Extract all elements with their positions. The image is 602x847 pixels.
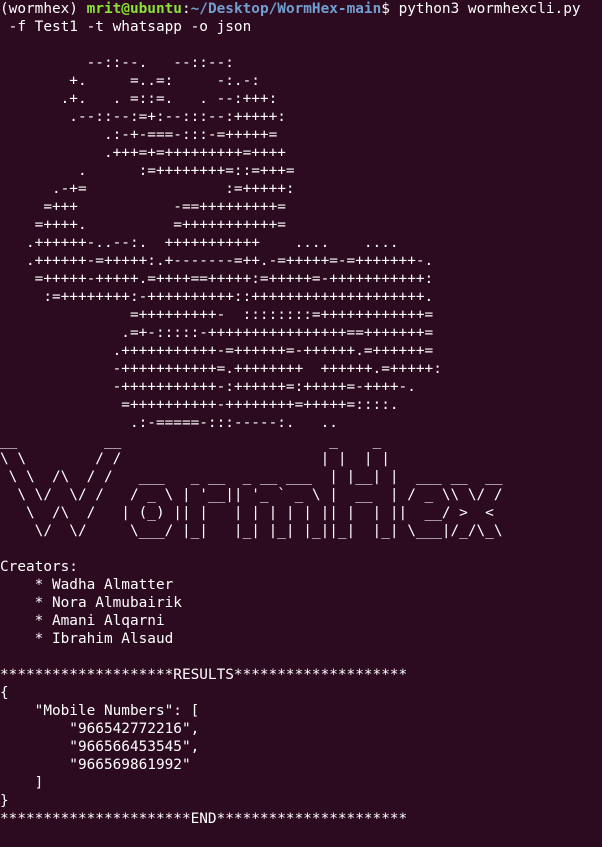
logo-art-line: =++++. =+++++++++++=: [0, 217, 286, 233]
logo-art-line: -+++++++++++=.++++++++ ++++++.=+++++:: [0, 361, 442, 377]
prompt-colon: :: [181, 1, 191, 17]
results-json: { "Mobile Numbers": [ "966542772216", "9…: [0, 684, 602, 810]
banner-line: __ __ _ _: [0, 433, 382, 449]
logo-art-line: :=++++++++:-++++++++++::++++++++++++++++…: [0, 289, 434, 305]
results-header: ********************RESULTS*************…: [0, 667, 408, 683]
creator-name: * Wadha Almatter: [0, 577, 174, 593]
results-footer: **********************END***************…: [0, 811, 408, 827]
command-continuation: -f Test1 -t whatsapp -o json: [0, 19, 252, 35]
logo-art-line: .+++=+=+++++++++=++++: [0, 145, 286, 161]
prompt-env: (wormhex): [0, 1, 78, 17]
logo-art-line: =+++++-+++++.=++++==+++++:=+++++=-++++++…: [0, 271, 434, 287]
logo-art-line: .=+-:::::-++++++++++++++++==+++++++=: [0, 325, 434, 341]
json-line: ]: [0, 775, 44, 791]
creator-name: * Amani Alqarni: [0, 613, 165, 629]
logo-art-line: =+++ -==+++++++++=: [0, 199, 286, 215]
creators-heading: Creators:: [0, 559, 78, 575]
banner-line: \ /\ / | (_) || | | | | | | || | | || __…: [0, 505, 494, 521]
json-line: "Mobile Numbers": [: [0, 703, 200, 719]
figlet-banner: __ __ _ _ \ \ / / | | | | \ \ /\ / / ___ …: [0, 432, 602, 540]
logo-art-line: -+++++++++++-:++++++=:+++++=-++++-.: [0, 379, 416, 395]
prompt-line: (wormhex) mrit@ubuntu:~/Desktop/WormHex-…: [0, 0, 602, 18]
prompt-path: ~/Desktop/WormHex-main: [190, 1, 382, 17]
json-line: {: [0, 685, 9, 701]
logo-art-line: .-+= :=+++++:: [0, 181, 295, 197]
command-text: python3 wormhexcli.py: [398, 1, 581, 17]
logo-art-line: .++++++-=+++++:.+-------=++.-=+++++=-=++…: [0, 253, 434, 269]
prompt-dollar: $: [381, 1, 390, 17]
logo-art-line: . :=++++++++=::=+++=: [0, 163, 295, 179]
json-line: "966569861992": [0, 757, 191, 773]
banner-line: \ \ / / | | | |: [0, 451, 390, 467]
logo-art-line: =++++++++++-++++++++=+++++=::::.: [0, 397, 399, 413]
banner-line: \ \ /\ / / ___ _ __ _ __ ___ | |__| | __…: [0, 469, 503, 485]
logo-art-line: .++++++-..--:. +++++++++++ .... ....: [0, 235, 399, 251]
creator-name: * Ibrahim Alsaud: [0, 631, 174, 647]
json-line: "966566453545",: [0, 739, 200, 755]
logo-art-line: .--::--:=+:--:::--:+++++:: [0, 109, 286, 125]
json-line: "966542772216",: [0, 721, 200, 737]
logo-art-line: =+++++++++- ::::::::=++++++++++++=: [0, 307, 434, 323]
logo-ascii-art: --::--. --::--: +. =..=: -:.-: .+. . =::…: [0, 36, 602, 432]
prompt-user-host: mrit@ubuntu: [86, 1, 182, 17]
logo-art-line: .+++++++++++-=++++++=-++++++.=++++++=: [0, 343, 434, 359]
logo-art-line: .:-+-===-:::-=+++++=: [0, 127, 278, 143]
logo-art-line: .+. . =::=. . --:+++:: [0, 91, 278, 107]
creator-name: * Nora Almubairik: [0, 595, 182, 611]
logo-art-line: --::--. --::--:: [0, 55, 234, 71]
creators-list: * Wadha Almatter * Nora Almubairik * Ama…: [0, 576, 602, 648]
banner-line: \ \/ \/ / / _ \ | '__|| '_ ` _ \ | __ | …: [0, 487, 503, 503]
banner-line: \/ \/ \___/ |_| |_| |_| |_||_| |_| \___|…: [0, 523, 503, 539]
terminal-window[interactable]: (wormhex) mrit@ubuntu:~/Desktop/WormHex-…: [0, 0, 602, 847]
logo-art-line: +. =..=: -:.-:: [0, 73, 260, 89]
logo-art-line: [0, 36, 602, 54]
json-line: }: [0, 793, 9, 809]
logo-art-line: .:-=====-:::-----:. ..: [0, 415, 338, 431]
